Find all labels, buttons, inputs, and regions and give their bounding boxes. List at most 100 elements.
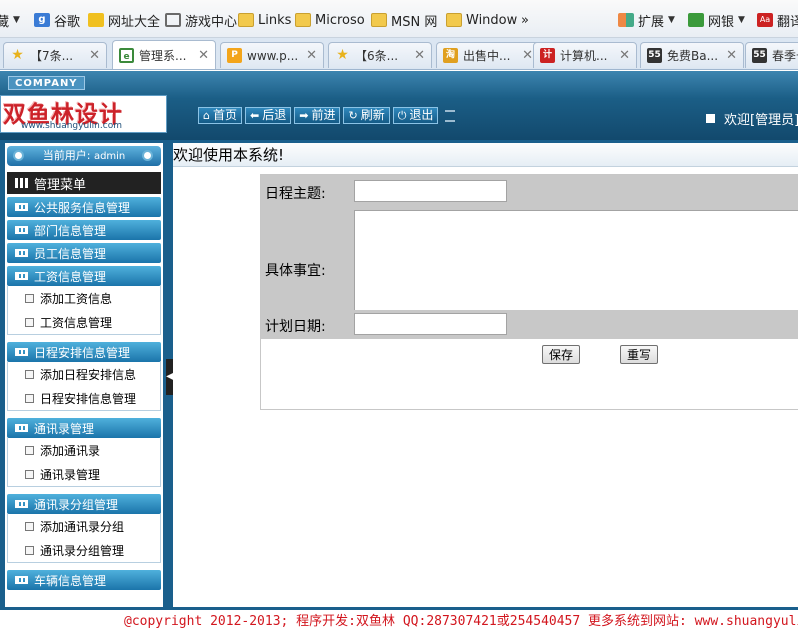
- menu-item-label: 添加通讯录: [40, 443, 101, 458]
- menu-group-public-service[interactable]: 公共服务信息管理: [7, 197, 161, 217]
- page-icon: e: [119, 47, 134, 63]
- menu-item-add-contact[interactable]: 添加通讯录: [8, 438, 160, 462]
- browser-tab[interactable]: 55 春季卡: [745, 42, 798, 68]
- menu-item-label: 添加工资信息: [40, 291, 113, 306]
- menu-item-label: 添加通讯录分组: [40, 519, 125, 534]
- menu-group-department[interactable]: 部门信息管理: [7, 220, 161, 240]
- date-label: 计划日期:: [265, 319, 326, 335]
- pin-icon: [13, 150, 24, 161]
- menu-item-contact-group-manage[interactable]: 通讯录分组管理: [8, 538, 160, 562]
- close-icon[interactable]: ✕: [198, 48, 209, 63]
- menu-group-employee[interactable]: 员工信息管理: [7, 243, 161, 263]
- menu-group-contact-groups[interactable]: 通讯录分组管理: [7, 494, 161, 514]
- close-icon[interactable]: ✕: [726, 48, 737, 63]
- browser-tab-strip: ★ 【7条... ✕ e 管理系... ✕ Pwww.p... ✕ ★ 【6条... ✕ 淘出…: [0, 38, 798, 70]
- square-icon: [706, 114, 715, 123]
- refresh-button[interactable]: ↻ 刷新: [343, 107, 390, 124]
- translate-button[interactable]: Aa 翻译: [757, 11, 798, 30]
- form-button-row: 保存 重写: [261, 339, 798, 373]
- close-icon[interactable]: ✕: [306, 48, 317, 63]
- save-button[interactable]: 保存: [542, 345, 581, 364]
- logo: 双鱼林设计 www.shuangyulin.com: [0, 95, 167, 133]
- menu-icon: [15, 226, 28, 234]
- footer: @copyright 2012-2013; 程序开发:双鱼林 QQ:287307…: [0, 608, 798, 635]
- netbank-button[interactable]: 网银 ▼: [688, 11, 745, 30]
- menu-title-label: 管理菜单: [34, 177, 87, 193]
- translate-icon: Aa: [757, 13, 773, 27]
- logout-button[interactable]: ⏻ 退出: [392, 107, 439, 124]
- menu-item-add-schedule[interactable]: 添加日程安排信息: [8, 362, 160, 386]
- menu-item-add-salary[interactable]: 添加工资信息: [8, 286, 160, 310]
- page-title: 欢迎使用本系统!: [173, 143, 798, 167]
- subject-label: 日程主题:: [265, 186, 326, 202]
- doc-icon: [25, 469, 34, 479]
- menu-group-items: 添加通讯录分组 通讯录分组管理: [7, 514, 161, 563]
- bookmark-collections[interactable]: 藏 ▼: [0, 11, 20, 30]
- menu-item-schedule-manage[interactable]: 日程安排信息管理: [8, 386, 160, 410]
- tab-label: 春季卡: [772, 49, 798, 63]
- browser-tab-active[interactable]: e 管理系... ✕: [112, 40, 216, 69]
- close-icon[interactable]: ✕: [619, 48, 630, 63]
- browser-tab[interactable]: 计计算机... ✕: [533, 42, 637, 68]
- site-55-icon: 55: [752, 48, 767, 63]
- date-input[interactable]: [354, 313, 507, 335]
- menu-group-salary[interactable]: 工资信息管理: [7, 266, 161, 286]
- menu-group-contacts[interactable]: 通讯录管理: [7, 418, 161, 438]
- bookmark-games[interactable]: 游戏中心: [165, 11, 237, 30]
- bank-icon: [688, 13, 704, 27]
- browser-tab[interactable]: ★ 【6条... ✕: [328, 42, 432, 68]
- close-icon[interactable]: ✕: [414, 48, 425, 63]
- menu-group-schedule[interactable]: 日程安排信息管理: [7, 342, 161, 362]
- bookmark-microsoft[interactable]: Microso: [295, 11, 365, 29]
- subject-input[interactable]: [354, 180, 507, 202]
- bookmark-label: Links: [258, 12, 292, 28]
- bookmark-msn[interactable]: MSN 网: [371, 11, 437, 30]
- forward-button[interactable]: ➡ 前进: [294, 107, 341, 124]
- menu-group-label: 部门信息管理: [34, 223, 107, 238]
- menu-group-vehicle[interactable]: 车辆信息管理: [7, 570, 161, 590]
- browser-tab[interactable]: 55 免费Ba... ✕: [640, 42, 744, 68]
- bookmark-label: 藏: [0, 14, 10, 30]
- menu-icon: [15, 500, 28, 508]
- bookmark-label: 谷歌: [54, 14, 81, 30]
- bookmarks-more-button[interactable]: »: [521, 11, 529, 29]
- extensions-button[interactable]: 扩展 ▼: [618, 11, 675, 30]
- detail-label: 具体事宜:: [265, 263, 326, 279]
- top-nav: ⌂ 首页 ⬅ 后退 ➡ 前进 ↻ 刷新 ⏻ 退出: [198, 107, 456, 124]
- close-icon[interactable]: ✕: [522, 48, 533, 63]
- current-user-bar: 当前用户: admin: [7, 146, 161, 166]
- tab-label: 【6条...: [355, 49, 399, 63]
- bookmark-site-nav[interactable]: 网址大全: [88, 11, 160, 30]
- home-button[interactable]: ⌂ 首页: [198, 107, 242, 124]
- menu-item-salary-manage[interactable]: 工资信息管理: [8, 310, 160, 334]
- browser-tab[interactable]: Pwww.p... ✕: [220, 42, 324, 68]
- reset-button[interactable]: 重写: [620, 345, 659, 364]
- folder-icon: [371, 13, 387, 27]
- doc-icon: [25, 317, 34, 327]
- arrow-left-icon: ⬅: [250, 109, 260, 122]
- browser-tab[interactable]: ★ 【7条... ✕: [3, 42, 107, 68]
- bookmark-google[interactable]: g 谷歌: [34, 11, 81, 30]
- company-badge: COMPANY: [8, 76, 85, 90]
- menu-item-label: 工资信息管理: [40, 315, 113, 330]
- menu-item-label: 添加日程安排信息: [40, 367, 137, 382]
- bookmark-links[interactable]: Links: [238, 11, 291, 29]
- menu-item-add-contact-group[interactable]: 添加通讯录分组: [8, 514, 160, 538]
- tab-label: 【7条...: [30, 49, 74, 63]
- refresh-icon: ↻: [348, 109, 358, 122]
- menu-icon: [15, 272, 28, 280]
- extension-icon: [618, 13, 634, 27]
- nav-label: 前进: [311, 108, 336, 122]
- browser-tab[interactable]: 淘出售中... ✕: [436, 42, 540, 68]
- chevron-down-icon: ▼: [738, 15, 745, 25]
- back-button[interactable]: ⬅ 后退: [245, 107, 292, 124]
- close-icon[interactable]: ✕: [89, 48, 100, 63]
- menu-item-label: 日程安排信息管理: [40, 391, 137, 406]
- menu-item-contact-manage[interactable]: 通讯录管理: [8, 462, 160, 486]
- bookmarks-bar: 藏 ▼ g 谷歌 网址大全 游戏中心 Links Microso MSN 网 Win…: [0, 0, 798, 38]
- nav-label: 首页: [212, 108, 237, 122]
- folder-icon: [295, 13, 311, 27]
- site-55-icon: 55: [647, 48, 662, 63]
- bookmark-windows[interactable]: Window: [446, 11, 517, 29]
- chevron-down-icon[interactable]: ▼: [13, 15, 20, 25]
